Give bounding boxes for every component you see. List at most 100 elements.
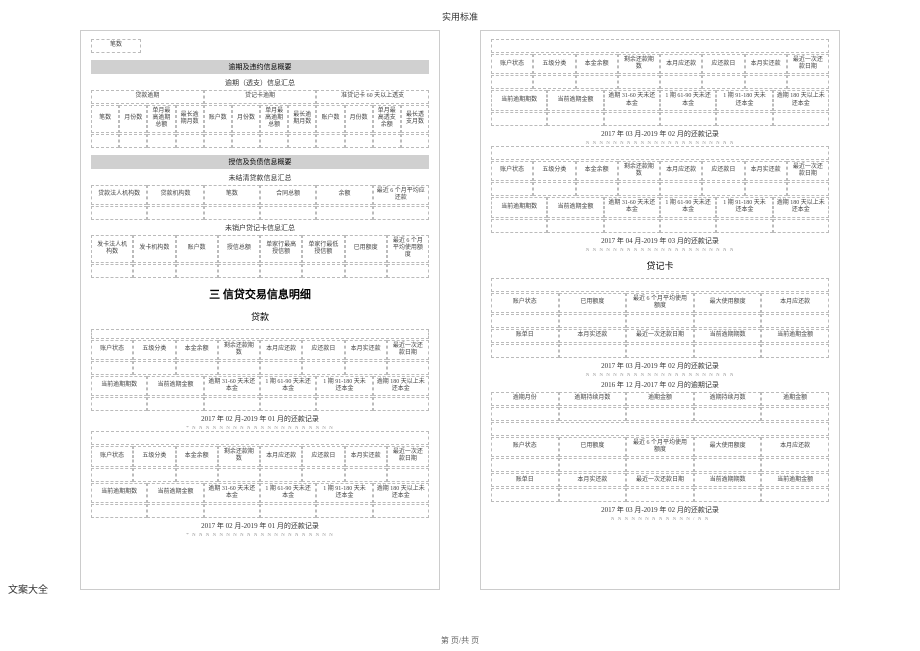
cell <box>547 219 603 233</box>
cell: 逾期金额 <box>626 392 694 406</box>
cell: 已用额度 <box>559 293 627 313</box>
cell <box>302 264 344 278</box>
cell <box>660 182 702 196</box>
cell <box>787 182 829 196</box>
cell <box>491 146 829 160</box>
cell: 当前逾期期数 <box>491 90 547 110</box>
cell <box>91 264 133 278</box>
cell <box>91 397 147 411</box>
cell <box>559 488 627 502</box>
cell: 已用额度 <box>559 437 627 457</box>
cell: 最近一次还款日期 <box>387 446 429 466</box>
cell: 本月应还款 <box>260 446 302 466</box>
cell: 发卡法人机构数 <box>91 235 133 263</box>
cell: 最大使用额度 <box>694 437 762 457</box>
cell: 1 期 91-180 天未还本金 <box>716 90 772 110</box>
cell: 已用额度 <box>345 235 387 263</box>
cell: 最近一次还款日期 <box>387 340 429 360</box>
cell <box>373 504 429 518</box>
cell <box>401 134 429 148</box>
cell: 逾期 180 天以上未还本金 <box>373 376 429 396</box>
cell: 逾期 31-60 天未还本金 <box>204 376 260 396</box>
cell: 单月最高逾期总额 <box>147 105 175 133</box>
cell: 最近一次还款日期 <box>626 473 694 487</box>
cell <box>576 182 618 196</box>
n-row: N N N N N N N N N N N N / N N <box>491 517 829 522</box>
cell <box>559 458 627 472</box>
cell <box>91 329 429 339</box>
cell: 逾期 31-60 天未还本金 <box>204 483 260 503</box>
cell: 本金余额 <box>176 446 218 466</box>
cell: 月份数 <box>232 105 260 133</box>
cell: 本月应还款 <box>260 340 302 360</box>
cell <box>604 219 660 233</box>
cell <box>302 468 344 482</box>
cell <box>787 75 829 89</box>
cell: 账户状态 <box>491 437 559 457</box>
cell: 应还款日 <box>702 161 744 181</box>
cell: 最大使用额度 <box>694 293 762 313</box>
cell: 本月应还款 <box>761 293 829 313</box>
cell <box>316 206 372 220</box>
cell <box>232 134 260 148</box>
cell <box>491 39 829 53</box>
cell <box>773 112 829 126</box>
cell <box>604 112 660 126</box>
cell <box>626 458 694 472</box>
band: 授信及负债信息概要 <box>91 155 429 169</box>
cell <box>660 219 716 233</box>
cell: 1 期 61-90 天未还本金 <box>260 376 316 396</box>
cell <box>491 314 559 328</box>
record-label: 2017 年 03 月-2019 年 02 月的还款记录 <box>491 503 829 517</box>
cell: 最长逾期月数 <box>288 105 316 133</box>
cell <box>91 468 133 482</box>
cell: 逾期 180 天以上未还本金 <box>773 197 829 217</box>
cell <box>694 407 762 421</box>
cell: 最近 6 个月平均使用额度 <box>626 293 694 313</box>
cell: 当前逾期期数 <box>491 197 547 217</box>
cell <box>745 75 787 89</box>
cell: 五级分类 <box>533 54 575 74</box>
cell <box>260 134 288 148</box>
cell <box>91 206 147 220</box>
cell: 当前逾期金额 <box>761 473 829 487</box>
cell: 本金余额 <box>576 161 618 181</box>
cell <box>260 504 316 518</box>
cell <box>626 344 694 358</box>
cell: 准贷记卡 60 天以上透支 <box>316 90 429 104</box>
cell: 最近 6 个月平均使用额度 <box>626 437 694 457</box>
cell: 贷款法人机构数 <box>91 185 147 205</box>
cell <box>761 344 829 358</box>
cell <box>702 75 744 89</box>
cell: 余额 <box>316 185 372 205</box>
page-number: 第 页/共 页 <box>0 635 920 646</box>
cell: 月份数 <box>345 105 373 133</box>
cell <box>761 407 829 421</box>
cell: 1 期 91-180 天未还本金 <box>716 197 772 217</box>
cell <box>176 361 218 375</box>
cell <box>204 134 232 148</box>
doc-footer: 文案大全 <box>8 581 48 596</box>
subband: 逾期（透支）信息汇总 <box>91 76 429 90</box>
cell: 最近一次还款日期 <box>787 54 829 74</box>
cell <box>491 344 559 358</box>
cell <box>491 422 829 436</box>
cell: 逾期 31-60 天未还本金 <box>604 197 660 217</box>
cell: 剩余还款期数 <box>618 161 660 181</box>
cell: 当前逾期金额 <box>547 90 603 110</box>
cell <box>147 504 203 518</box>
cell: 贷记卡逾期 <box>204 90 317 104</box>
cell <box>491 458 559 472</box>
cell: 单月最高透支余额 <box>373 105 401 133</box>
cell: 本月实还款 <box>559 329 627 343</box>
cell <box>260 361 302 375</box>
cell: 账户状态 <box>491 54 533 74</box>
cell <box>387 264 429 278</box>
cell <box>626 488 694 502</box>
cell <box>176 134 204 148</box>
page-left: 笔数 逾期及违约信息概要 逾期（透支）信息汇总 贷款逾期 贷记卡逾期 准贷记卡 … <box>80 30 440 590</box>
cell <box>694 488 762 502</box>
band: 逾期及违约信息概要 <box>91 60 429 74</box>
cell: 当前逾期金额 <box>761 329 829 343</box>
doc-header: 实用标准 <box>0 10 920 23</box>
